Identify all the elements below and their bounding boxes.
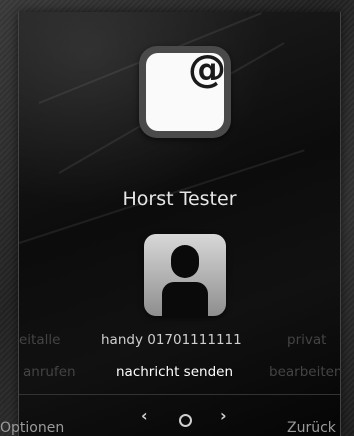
back-softkey[interactable]: Zurück [287,420,336,436]
at-sign-icon: @ [146,47,226,131]
action-row: anrufen nachricht senden bearbeiten [19,362,340,384]
contact-avatar-icon [144,234,226,316]
detail-row: eitalle handy 01701111111 privat [19,330,340,352]
softkey-divider [19,394,340,395]
action-call[interactable]: anrufen [23,364,76,380]
detail-left[interactable]: eitalle [19,332,60,348]
detail-right[interactable]: privat [287,332,326,348]
chevron-left-icon[interactable]: ‹ [141,408,148,424]
center-select-icon[interactable] [179,414,192,427]
detail-phone-number[interactable]: handy 01701111111 [101,332,242,348]
action-send-message[interactable]: nachricht senden [116,364,233,380]
action-edit[interactable]: bearbeiten [269,364,340,380]
at-symbol: @ [188,47,226,91]
email-app-icon[interactable]: @ [139,46,231,138]
chevron-right-icon[interactable]: › [220,408,227,424]
phone-screen: @ Horst Tester eitalle handy 01701111111… [18,12,341,436]
avatar-head [171,245,199,278]
options-softkey[interactable]: Optionen [0,420,64,436]
avatar-body [162,282,208,316]
contact-name: Horst Tester [122,188,237,210]
